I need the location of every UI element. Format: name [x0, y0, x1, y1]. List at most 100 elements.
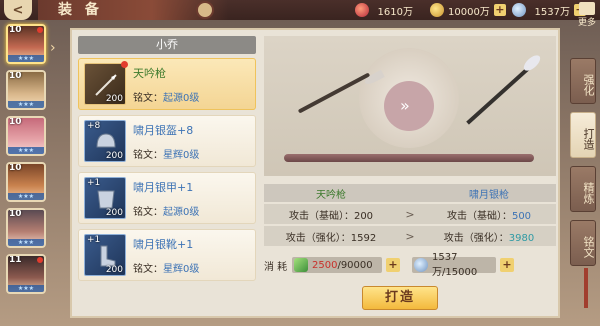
equipment-item[interactable]: +8 200 啸月银盔+8 铭文：星辉0级 — [78, 115, 256, 167]
hero-level: 11 — [9, 255, 22, 265]
helmet-icon: +8 200 — [84, 120, 126, 162]
function-tabs: 强化 打造 精炼 铭文 — [570, 58, 598, 274]
silver-icon — [414, 258, 428, 272]
hero-slot[interactable]: 10 ★★★ — [6, 24, 46, 64]
equipment-list: 小乔 200 天吟枪 铭文：起源0级 +8 200 啸月银盔+8 铭文：星辉0级 — [78, 36, 256, 314]
hero-list: 10 ★★★ 10 ★★★ 10 ★★★ 10 ★★★ 10 ★★★ 11 ★★… — [0, 24, 48, 300]
comparison-header: 天吟枪 啸月银枪 — [264, 184, 556, 202]
gold-value: 10000万 — [448, 6, 490, 18]
equipment-item[interactable]: +1 200 啸月银靴+1 铭文：星辉0级 — [78, 229, 256, 281]
forge-button[interactable]: 打造 — [362, 286, 438, 310]
silver-cost-value: 1537万/15000 — [432, 252, 478, 278]
material-add-button[interactable]: + — [386, 258, 400, 272]
hero-level: 10 — [9, 117, 22, 127]
stat-target: 攻击（强化）：3980 — [443, 232, 535, 244]
hero-stars: ★★★ — [8, 101, 44, 108]
stat-row-base: 攻击（基础）：200 > 攻击（基础）：500 — [264, 204, 556, 224]
inscription-value: 星辉0级 — [163, 150, 200, 161]
top-bar: < 装 备 1610万 10000万 + 1537万 + — [0, 0, 600, 20]
alert-dot-icon — [37, 27, 43, 33]
more-menu-button[interactable]: 更多 — [576, 0, 598, 30]
stat-current: 攻击（基础）：200 — [288, 210, 374, 222]
item-name: 啸月银靴+1 — [133, 238, 194, 251]
silver-cost-add-button[interactable]: + — [500, 258, 514, 272]
inscription-value: 起源0级 — [163, 207, 200, 218]
gem-resource: 1610万 — [355, 1, 413, 19]
hero-stars: ★★★ — [8, 285, 44, 292]
stat-target: 攻击（基础）：500 — [446, 210, 532, 222]
tab-inscription[interactable]: 铭文 — [570, 220, 596, 266]
boots-icon: +1 200 — [84, 234, 126, 276]
item-name: 啸月银甲+1 — [133, 181, 194, 194]
tab-refine[interactable]: 精炼 — [570, 166, 596, 212]
silver-resource: 1537万 + — [512, 1, 586, 19]
material-icon — [294, 258, 308, 272]
gold-icon — [430, 3, 444, 17]
tab-enhance[interactable]: 强化 — [570, 58, 596, 104]
hero-slot[interactable]: 11 ★★★ — [6, 254, 46, 294]
menu-icon — [579, 2, 595, 15]
upgrade-arrow-icon: » — [400, 96, 410, 115]
item-inscription: 铭文：起源0级 — [133, 89, 199, 104]
equipment-item[interactable]: 200 天吟枪 铭文：起源0级 — [78, 58, 256, 110]
hero-slot[interactable]: 10 ★★★ — [6, 116, 46, 156]
item-inscription: 铭文：起源0级 — [133, 203, 199, 218]
inscription-label: 铭文： — [133, 264, 163, 275]
cost-label: 消 耗 — [264, 261, 288, 273]
silver-cost: 1537万/15000 — [412, 252, 496, 278]
hero-level: 10 — [9, 25, 22, 35]
gold-add-button[interactable]: + — [493, 4, 506, 16]
stat-comparison: 天吟枪 啸月银枪 攻击（基础）：200 > 攻击（基础）：500 攻击（强化）：… — [264, 184, 556, 246]
item-qty: 200 — [105, 265, 123, 275]
tab-forge[interactable]: 打造 — [570, 112, 596, 158]
hero-slot[interactable]: 10 ★★★ — [6, 162, 46, 202]
item-qty: 200 — [105, 151, 123, 161]
alert-dot-icon — [121, 61, 128, 68]
silver-icon — [512, 3, 526, 17]
target-weapon-blade — [521, 52, 543, 74]
gem-value: 1610万 — [377, 6, 413, 18]
forge-stage: » — [264, 36, 556, 176]
gem-icon — [355, 3, 369, 17]
inscription-value: 星辉0级 — [163, 264, 200, 275]
hero-level: 10 — [9, 209, 22, 219]
target-weapon-name: 啸月银枪 — [469, 189, 509, 201]
hero-slot[interactable]: 10 ★★★ — [6, 70, 46, 110]
gold-resource: 10000万 + — [430, 1, 506, 19]
item-inscription: 铭文：星辉0级 — [133, 146, 199, 161]
hero-level: 10 — [9, 163, 22, 173]
item-name: 天吟枪 — [133, 67, 166, 80]
current-weapon-name: 天吟枪 — [316, 189, 346, 201]
hero-stars: ★★★ — [8, 147, 44, 154]
hero-slot[interactable]: 10 ★★★ — [6, 208, 46, 248]
item-inscription: 铭文：星辉0级 — [133, 260, 199, 275]
menu-label: 更多 — [577, 18, 596, 28]
hero-name: 小乔 — [78, 36, 256, 54]
inscription-value: 起源0级 — [163, 93, 200, 104]
item-qty: 200 — [105, 208, 123, 218]
forge-panel: » 天吟枪 啸月银枪 攻击（基础）：200 > 攻击（基础）：500 攻击（强化… — [264, 36, 556, 314]
hero-level: 10 — [9, 71, 22, 81]
back-button[interactable]: < — [4, 0, 32, 20]
hero-stars: ★★★ — [8, 239, 44, 246]
hero-stars: ★★★ — [8, 55, 44, 62]
hero-stars: ★★★ — [8, 193, 44, 200]
material-total: /90000 — [337, 259, 373, 271]
weapon-pedestal — [284, 154, 534, 162]
chevron-right-icon: > — [405, 207, 415, 221]
equipment-panel: 小乔 200 天吟枪 铭文：起源0级 +8 200 啸月银盔+8 铭文：星辉0级 — [70, 28, 560, 318]
material-cost: 2500/90000 — [292, 257, 382, 273]
silver-value: 1537万 — [534, 6, 570, 18]
equipment-item[interactable]: +1 200 啸月银甲+1 铭文：起源0级 — [78, 172, 256, 224]
alert-dot-icon — [37, 257, 43, 263]
chevron-right-icon: > — [405, 229, 415, 243]
inscription-label: 铭文： — [133, 93, 163, 104]
item-qty: 200 — [105, 94, 123, 104]
spear-icon: 200 — [84, 61, 128, 105]
tassel-ornament — [584, 268, 588, 308]
inscription-label: 铭文： — [133, 150, 163, 161]
title-ornament-icon — [196, 1, 214, 19]
armor-icon: +1 200 — [84, 177, 126, 219]
material-current: 2500 — [312, 259, 338, 271]
inscription-label: 铭文： — [133, 207, 163, 218]
